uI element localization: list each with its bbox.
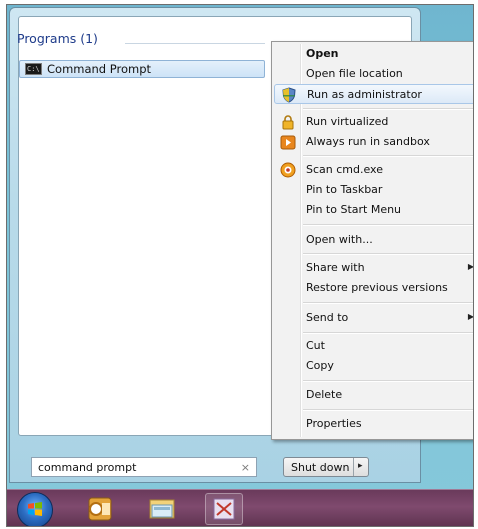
outlook-icon[interactable] (81, 493, 119, 525)
desktop: Programs (1) C:\ Command Prompt command … (6, 4, 474, 527)
button-separator (353, 458, 354, 476)
search-result-label: Command Prompt (47, 62, 152, 76)
start-orb-icon[interactable] (17, 492, 53, 526)
menu-item-open-file-location[interactable]: Open file location (274, 64, 473, 84)
search-input-value: command prompt (38, 461, 137, 474)
menu-item-label: Pin to Taskbar (306, 183, 383, 196)
menu-item-label: Scan cmd.exe (306, 163, 383, 176)
menu-item-open[interactable]: Open (274, 44, 473, 64)
menu-item-pin-to-taskbar[interactable]: Pin to Taskbar (274, 180, 473, 200)
sandbox-icon (280, 135, 296, 150)
menu-item-label: Properties (306, 417, 362, 430)
submenu-arrow-icon: ▶ (467, 262, 474, 271)
menu-item-label: Pin to Start Menu (306, 203, 402, 216)
uac-shield-icon (282, 87, 296, 103)
menu-separator (303, 155, 473, 157)
start-search-input[interactable]: command prompt × (31, 457, 257, 477)
section-divider (125, 43, 265, 44)
menu-item-pin-to-start-menu[interactable]: Pin to Start Menu (274, 200, 473, 220)
windows-logo-icon (28, 502, 42, 516)
menu-item-label: Share with (306, 261, 365, 274)
menu-item-properties[interactable]: Properties (274, 414, 473, 434)
menu-item-label: Open with... (306, 233, 373, 246)
menu-item-label: Run as administrator (307, 88, 422, 101)
menu-item-run-virtualized[interactable]: Run virtualized (274, 112, 473, 132)
menu-item-label: Delete (306, 388, 343, 401)
menu-separator (303, 108, 473, 110)
menu-item-copy[interactable]: Copy (274, 356, 473, 376)
menu-item-scan-cmd[interactable]: Scan cmd.exe (274, 160, 473, 180)
context-menu: Open Open file location Run as administr… (271, 41, 474, 440)
menu-separator (303, 409, 473, 411)
antivirus-scan-icon (280, 162, 296, 178)
menu-item-run-as-administrator[interactable]: Run as administrator (274, 84, 473, 104)
menu-item-label: Restore previous versions (306, 281, 448, 294)
menu-item-label: Send to (306, 311, 349, 324)
menu-item-label: Always run in sandbox (306, 135, 430, 148)
search-result-command-prompt[interactable]: C:\ Command Prompt (19, 60, 265, 78)
menu-separator (303, 380, 473, 382)
shut-down-options-arrow-icon[interactable]: ▸ (358, 461, 363, 471)
submenu-arrow-icon: ▶ (467, 312, 474, 321)
shut-down-label: Shut down (291, 461, 350, 474)
menu-item-label: Copy (306, 359, 334, 372)
menu-item-share-with[interactable]: Share with ▶ (274, 258, 474, 278)
menu-separator (303, 224, 473, 226)
lock-icon (282, 115, 294, 130)
clear-search-icon[interactable]: × (241, 461, 250, 474)
menu-item-label: Run virtualized (306, 115, 389, 128)
menu-item-always-run-in-sandbox[interactable]: Always run in sandbox (274, 132, 473, 152)
menu-separator (303, 302, 473, 304)
menu-item-cut[interactable]: Cut (274, 336, 473, 356)
windows-explorer-icon[interactable] (143, 493, 181, 525)
menu-item-open-with[interactable]: Open with... (274, 230, 473, 250)
programs-section-header: Programs (1) (17, 31, 98, 46)
menu-separator (303, 332, 473, 334)
menu-item-send-to[interactable]: Send to ▶ (274, 308, 474, 328)
menu-item-label: Cut (306, 339, 325, 352)
shut-down-button[interactable]: Shut down ▸ (283, 457, 369, 477)
taskbar (7, 489, 473, 526)
menu-item-label: Open file location (306, 67, 403, 80)
command-prompt-icon: C:\ (25, 63, 42, 75)
menu-item-delete[interactable]: Delete (274, 385, 473, 405)
menu-separator (303, 253, 473, 255)
menu-item-restore-previous-versions[interactable]: Restore previous versions (274, 278, 473, 298)
snipping-tool-icon[interactable] (205, 493, 243, 525)
menu-item-label: Open (306, 47, 339, 60)
